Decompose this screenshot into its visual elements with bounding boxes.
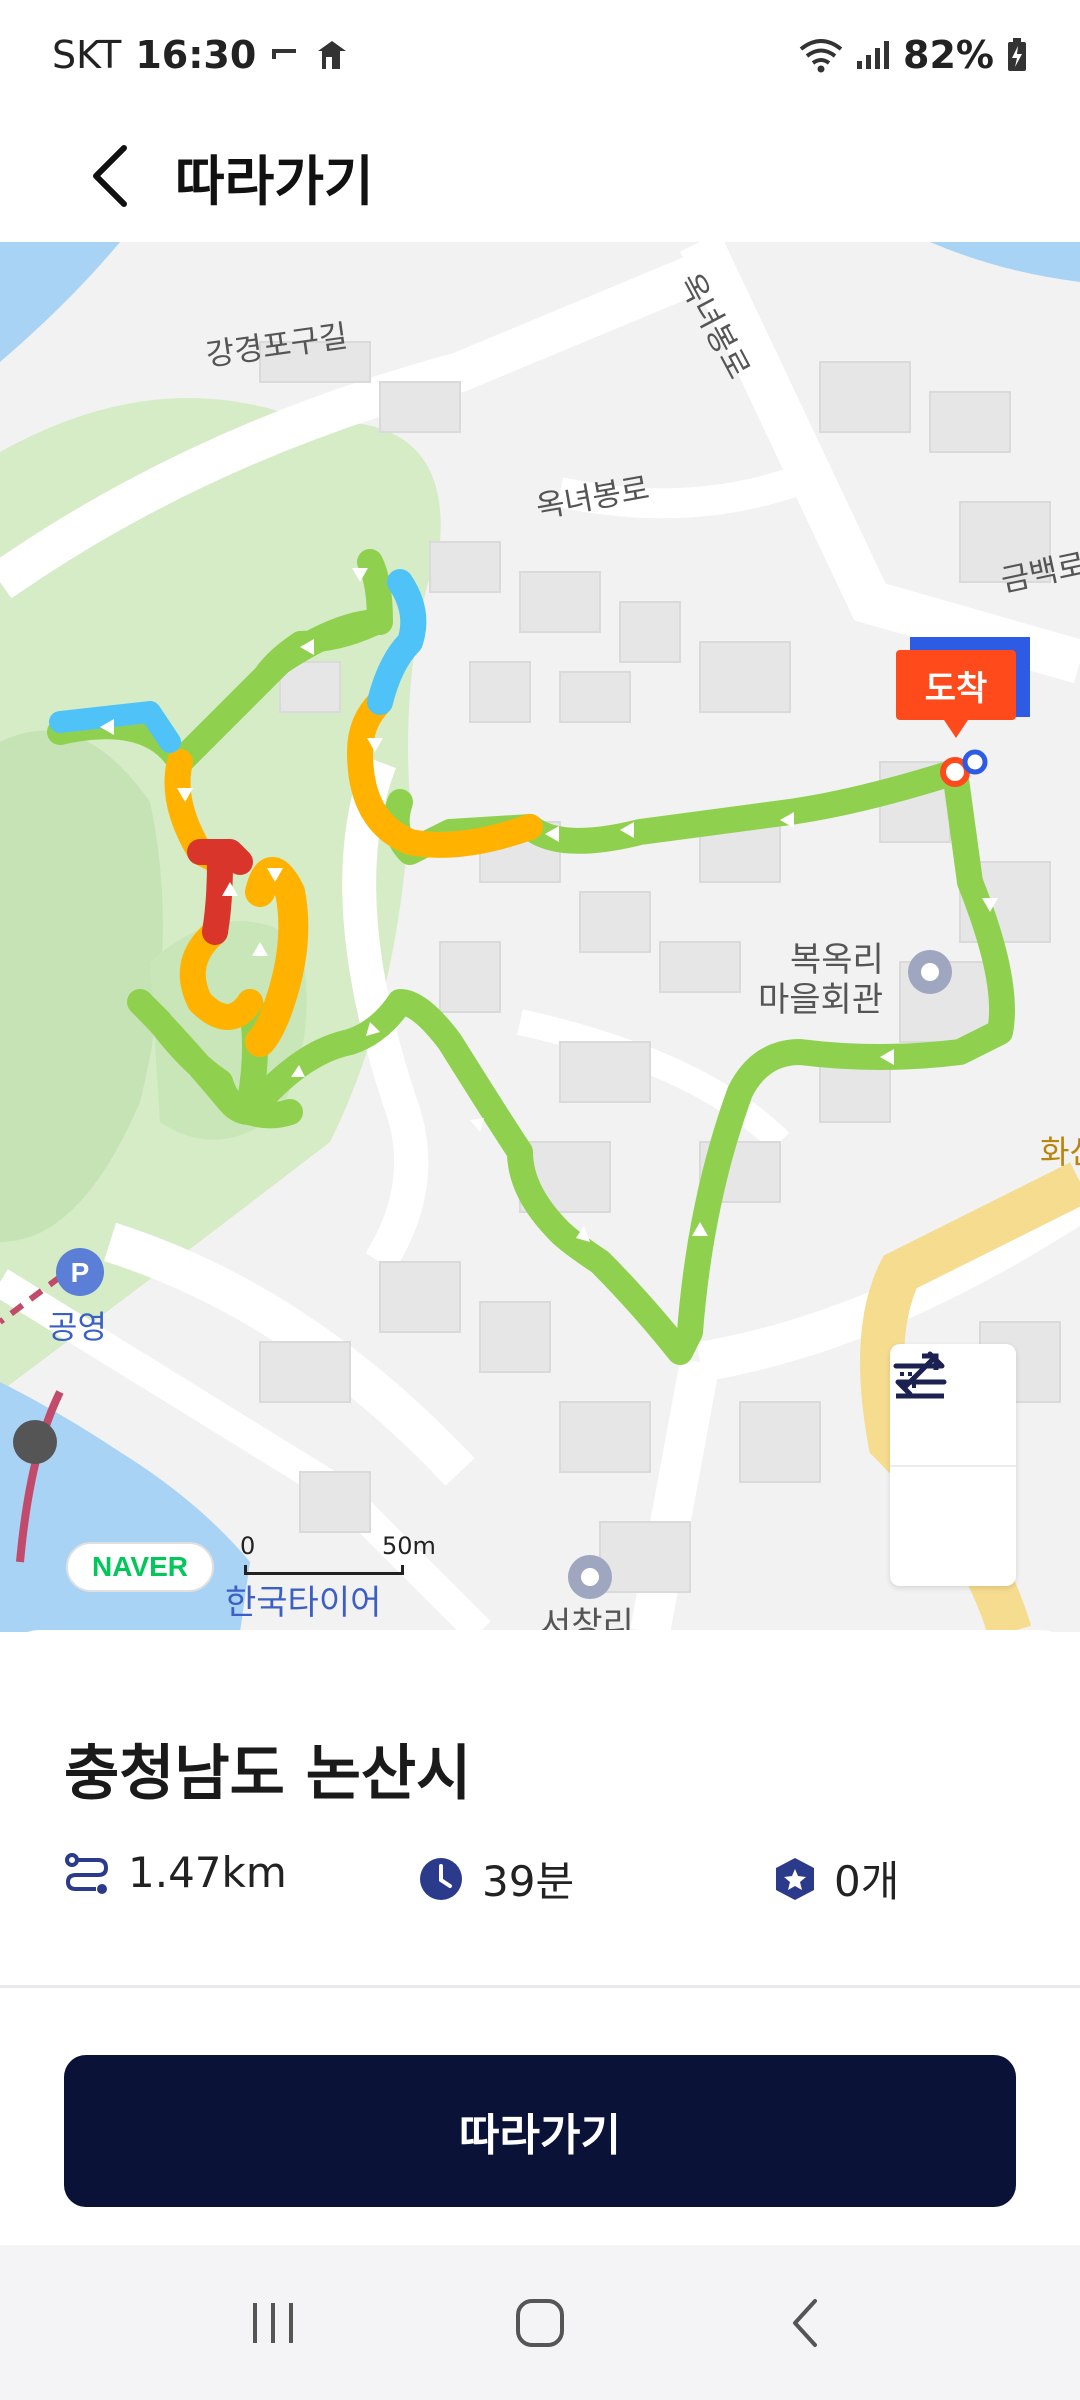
divider [0, 1985, 1080, 1988]
duration-value: 39분 [482, 1857, 575, 1906]
naver-logo: NAVER [66, 1542, 214, 1592]
wifi-icon [799, 37, 843, 73]
system-nav-bar [0, 2245, 1080, 2400]
route-summary-sheet: 충청남도 논산시 1.47km 39분 0개 따라가기 [0, 1630, 1080, 2245]
battery-percent: 82% [903, 33, 994, 77]
swap-direction-button[interactable] [890, 1351, 1016, 1586]
poi-label: 한국타이어 [225, 1583, 382, 1623]
svg-text:P: P [71, 1257, 90, 1288]
carrier-label: SKT [52, 33, 122, 77]
scale-zero: 0 [240, 1532, 256, 1560]
poi-label: 화산 [1040, 1133, 1080, 1171]
duration-stat: 39분 [418, 1848, 574, 1909]
route-icon [65, 1852, 109, 1894]
status-left: SKT 16:30 [52, 33, 350, 77]
notification-dash-icon [270, 45, 300, 65]
status-bar: SKT 16:30 82% [0, 0, 1080, 110]
home-icon [515, 2298, 564, 2347]
region-title: 충청남도 논산시 [64, 1739, 472, 1809]
scale-bar [244, 1565, 404, 1575]
swap-icon [893, 1351, 947, 1397]
stamp-count: 0개 [834, 1857, 900, 1906]
poi-label: 서창리 [540, 1605, 634, 1632]
distance-value: 1.47km [128, 1848, 287, 1897]
poi-label: 마을회관 [758, 980, 884, 1020]
route-stats: 1.47km 39분 0개 [64, 1848, 1024, 1908]
chevron-left-icon [93, 145, 127, 207]
signal-icon [855, 39, 891, 71]
stamp-icon [776, 1857, 814, 1900]
navigation-app-icon [314, 37, 350, 73]
scale-distance: 50m [382, 1532, 436, 1560]
follow-button[interactable]: 따라가기 [64, 2055, 1016, 2207]
back-icon [792, 2298, 817, 2347]
distance-stat: 1.47km [64, 1848, 287, 1897]
route-map[interactable]: P 강경포구길 옥녀봉로 옥녀봉로 금백로 복옥리 마을회관 공영 한국타이어 … [0, 242, 1080, 1632]
recent-apps-icon [253, 2302, 294, 2343]
system-back-button[interactable] [747, 2263, 867, 2383]
map-controls [890, 1344, 1016, 1586]
back-button[interactable] [55, 121, 165, 231]
recent-apps-button[interactable] [213, 2263, 333, 2383]
page-title: 따라가기 [175, 149, 374, 213]
stamp-stat: 0개 [774, 1848, 899, 1909]
arrival-badge: 도착 [896, 650, 1016, 738]
clock-icon [420, 1857, 462, 1900]
home-button[interactable] [480, 2263, 600, 2383]
battery-icon [1006, 37, 1028, 73]
poi-label: 공영 [48, 1308, 107, 1346]
clock-label: 16:30 [135, 33, 257, 77]
status-right: 82% [799, 33, 1028, 77]
header: 따라가기 [0, 110, 1080, 242]
